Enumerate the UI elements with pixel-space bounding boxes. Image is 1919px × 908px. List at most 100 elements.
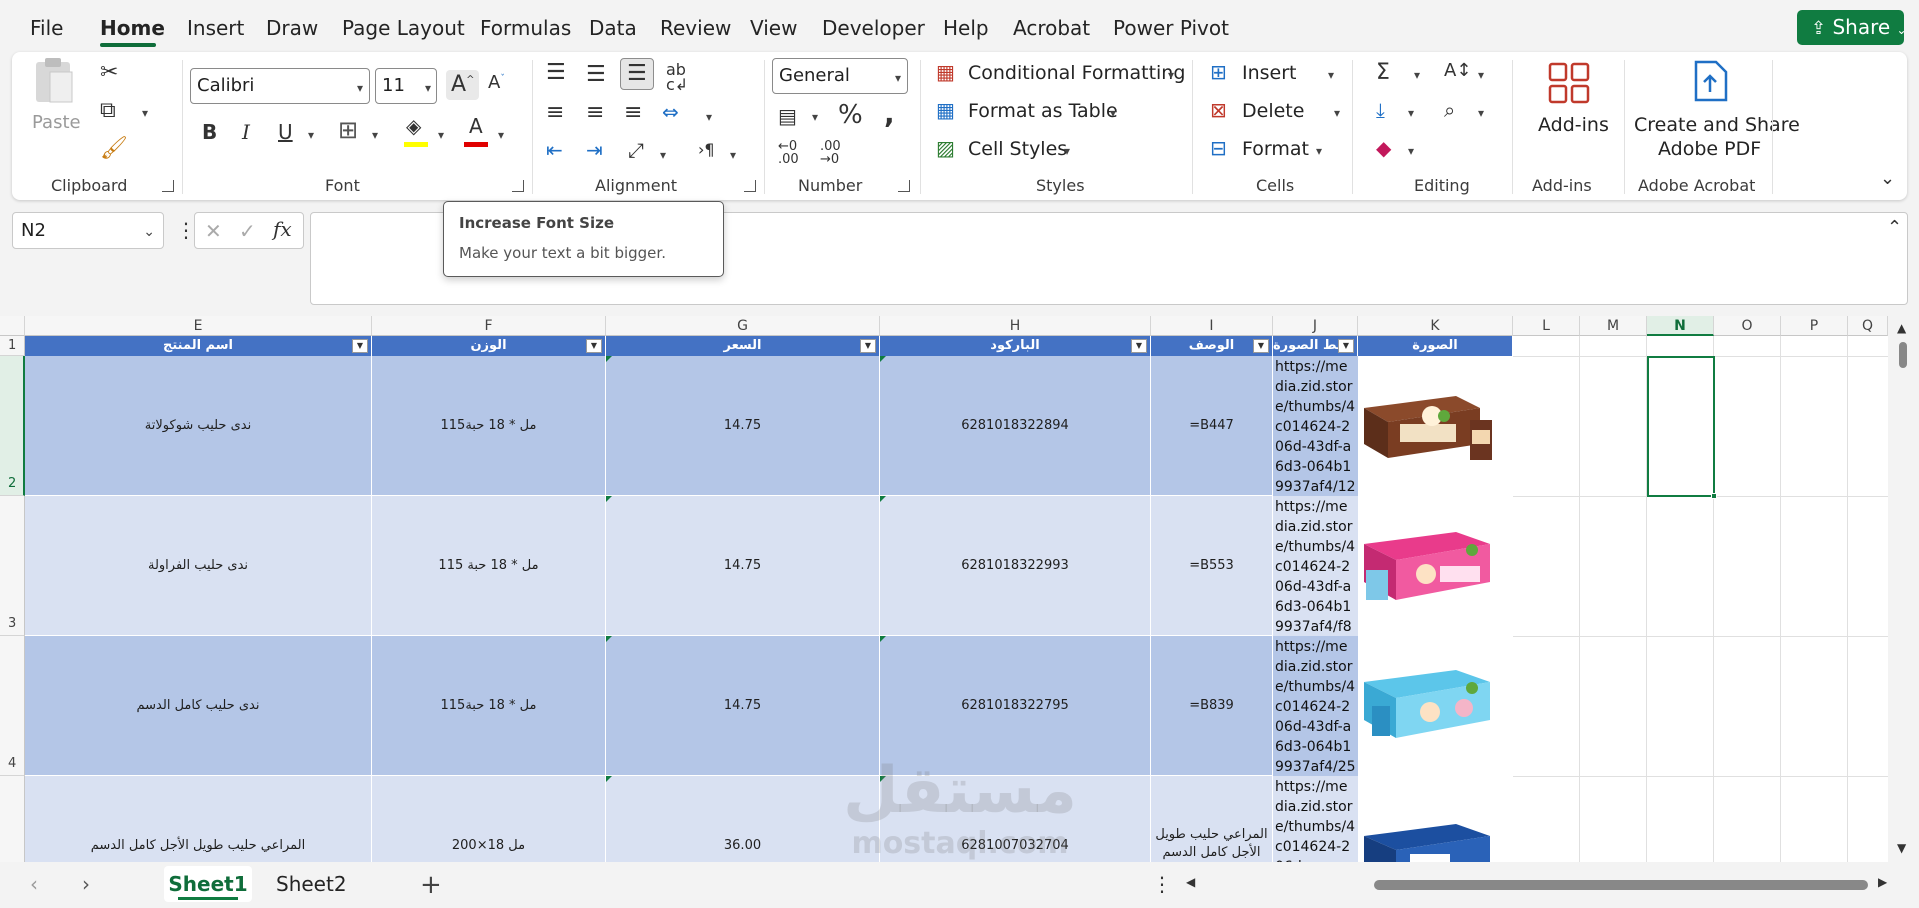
select-all-corner[interactable] (0, 316, 25, 336)
menu-insert[interactable]: Insert (187, 16, 244, 40)
decrease-decimal-icon[interactable]: .00 →0 (820, 140, 841, 166)
more-options-icon[interactable]: ⋮ (176, 220, 196, 240)
product-image-cell[interactable] (1358, 496, 1513, 636)
menu-power-pivot[interactable]: Power Pivot (1113, 16, 1229, 40)
row-header-4[interactable]: 4 (0, 636, 25, 776)
dialog-launcher-icon[interactable] (512, 180, 524, 192)
clear-icon[interactable]: ◆ (1376, 138, 1391, 158)
bold-icon[interactable]: B (202, 122, 217, 142)
increase-indent-icon[interactable]: ⇥ (586, 140, 603, 160)
fill-handle[interactable] (1711, 493, 1717, 499)
text-direction-icon[interactable]: ›¶ (698, 142, 715, 158)
column-m-cells[interactable] (1580, 336, 1647, 862)
font-name-combo[interactable]: Calibri ▾ (190, 68, 370, 104)
menu-view[interactable]: View (750, 16, 797, 40)
align-left-icon[interactable]: ≡ (546, 102, 564, 124)
barcode-cell[interactable]: 6281018322795 (880, 636, 1151, 776)
column-header-o[interactable]: O (1714, 316, 1781, 336)
orientation-icon[interactable]: ⤢ (628, 140, 644, 160)
align-right-icon[interactable]: ≡ (624, 102, 642, 124)
description-cell[interactable]: =B839 (1151, 636, 1273, 776)
filter-dropdown-icon[interactable]: ▼ (860, 339, 876, 353)
align-bottom-icon[interactable]: ☰ (620, 58, 654, 90)
add-sheet-icon[interactable]: + (420, 872, 442, 898)
decrease-font-size-icon[interactable]: Aˇ (488, 74, 505, 92)
menu-acrobat[interactable]: Acrobat (1013, 16, 1090, 40)
image-url-cell[interactable]: https://media.zid.store/thumbs/4c014624-… (1273, 636, 1358, 776)
more-options-icon[interactable]: ⋮ (1152, 874, 1172, 894)
enter-icon[interactable]: ✓ (239, 221, 256, 241)
find-select-icon[interactable]: ⌕ (1444, 100, 1455, 120)
column-o-cells[interactable] (1714, 336, 1781, 862)
row-header-3[interactable]: 3 (0, 496, 25, 636)
barcode-cell[interactable]: 6281007032704 (880, 776, 1151, 862)
horizontal-scroll-thumb[interactable] (1374, 880, 1868, 890)
column-header-g[interactable]: G (606, 316, 880, 336)
cut-icon[interactable]: ✂ (100, 62, 118, 84)
chevron-down-icon[interactable]: ▾ (730, 148, 736, 162)
italic-icon[interactable]: I (242, 122, 250, 142)
fill-color-button[interactable]: ◈ (404, 116, 430, 148)
cancel-icon[interactable]: ✕ (205, 221, 222, 241)
image-url-cell[interactable]: https://media.zid.store/thumbs/4c014624-… (1273, 776, 1358, 862)
vertical-scrollbar[interactable]: ▲ ▼ (1888, 316, 1919, 862)
font-color-button[interactable]: A (464, 116, 490, 148)
chevron-down-icon[interactable]: ▾ (1478, 68, 1484, 82)
menu-file[interactable]: File (30, 16, 63, 40)
chevron-down-icon[interactable]: ▾ (1408, 106, 1414, 120)
price-cell[interactable]: 14.75 (606, 356, 880, 496)
barcode-cell[interactable]: 6281018322993 (880, 496, 1151, 636)
autosum-icon[interactable]: Σ (1376, 62, 1390, 84)
description-cell[interactable]: =B553 (1151, 496, 1273, 636)
insert-function-icon[interactable]: fx (273, 219, 292, 239)
sheet-tab-sheet1[interactable]: Sheet1 (164, 866, 252, 902)
filter-dropdown-icon[interactable]: ▼ (1253, 339, 1269, 353)
underline-icon[interactable]: U (278, 122, 293, 142)
product-image-cell[interactable] (1358, 776, 1513, 862)
price-cell[interactable]: 14.75 (606, 496, 880, 636)
row-header-5[interactable] (0, 776, 25, 862)
borders-icon[interactable]: ⊞ (338, 118, 358, 142)
filter-dropdown-icon[interactable]: ▼ (586, 339, 602, 353)
share-button[interactable]: ⇪ Share ⌄ (1797, 10, 1907, 45)
create-share-pdf-button[interactable]: Create and Share Adobe PDF (1626, 52, 1800, 162)
menu-developer[interactable]: Developer (822, 16, 925, 40)
price-cell[interactable]: 36.00 (606, 776, 880, 862)
scroll-down-icon[interactable]: ▼ (1897, 842, 1906, 854)
spreadsheet-grid[interactable]: E F G H I J K L M N O P Q 1 2 3 4 اسم ال… (0, 316, 1888, 862)
scroll-right-icon[interactable]: ▶ (1878, 876, 1887, 888)
paste-button[interactable]: Paste (32, 56, 81, 156)
filter-dropdown-icon[interactable]: ▼ (1338, 339, 1354, 353)
chevron-down-icon[interactable]: ▾ (308, 128, 314, 142)
weight-cell[interactable]: 115 مل * 18 حبة (372, 496, 606, 636)
ribbon-collapse-icon[interactable]: ⌄ (1880, 170, 1895, 188)
chevron-down-icon[interactable]: ▾ (372, 128, 378, 142)
column-header-q[interactable]: Q (1848, 316, 1888, 336)
menu-draw[interactable]: Draw (266, 16, 318, 40)
image-url-cell[interactable]: https://media.zid.store/thumbs/4c014624-… (1273, 356, 1358, 496)
menu-page-layout[interactable]: Page Layout (342, 16, 465, 40)
column-header-i[interactable]: I (1151, 316, 1273, 336)
row-header-2[interactable]: 2 (0, 356, 25, 496)
copy-icon[interactable]: ⧉ (100, 100, 116, 122)
vertical-scroll-thumb[interactable] (1899, 342, 1907, 368)
cell-styles-button[interactable]: ▨ Cell Styles ▾ (936, 128, 1086, 164)
collapse-formula-bar-icon[interactable]: ⌃ (1887, 219, 1902, 237)
product-image-cell[interactable] (1358, 636, 1513, 776)
chevron-down-icon[interactable]: ▾ (498, 128, 504, 142)
column-header-h[interactable]: H (880, 316, 1151, 336)
align-top-icon[interactable]: ☰ (546, 62, 566, 84)
number-format-combo[interactable]: General ▾ (772, 58, 908, 94)
insert-cells-button[interactable]: ⊞ Insert ▾ (1210, 52, 1340, 88)
align-middle-icon[interactable]: ☰ (586, 64, 606, 86)
column-header-m[interactable]: M (1580, 316, 1647, 336)
chevron-down-icon[interactable]: ▾ (1414, 68, 1420, 82)
menu-help[interactable]: Help (943, 16, 989, 40)
increase-font-size-icon[interactable]: A^ (446, 70, 480, 100)
selected-cell-n2[interactable] (1647, 356, 1717, 499)
chevron-down-icon[interactable]: ▾ (1478, 106, 1484, 120)
scroll-up-icon[interactable]: ▲ (1897, 322, 1906, 334)
product-name-cell[interactable]: ندى حليب كامل الدسم (25, 636, 372, 776)
product-name-cell[interactable]: ندى حليب الفراولة (25, 496, 372, 636)
sort-filter-icon[interactable]: A↕ (1444, 62, 1471, 80)
